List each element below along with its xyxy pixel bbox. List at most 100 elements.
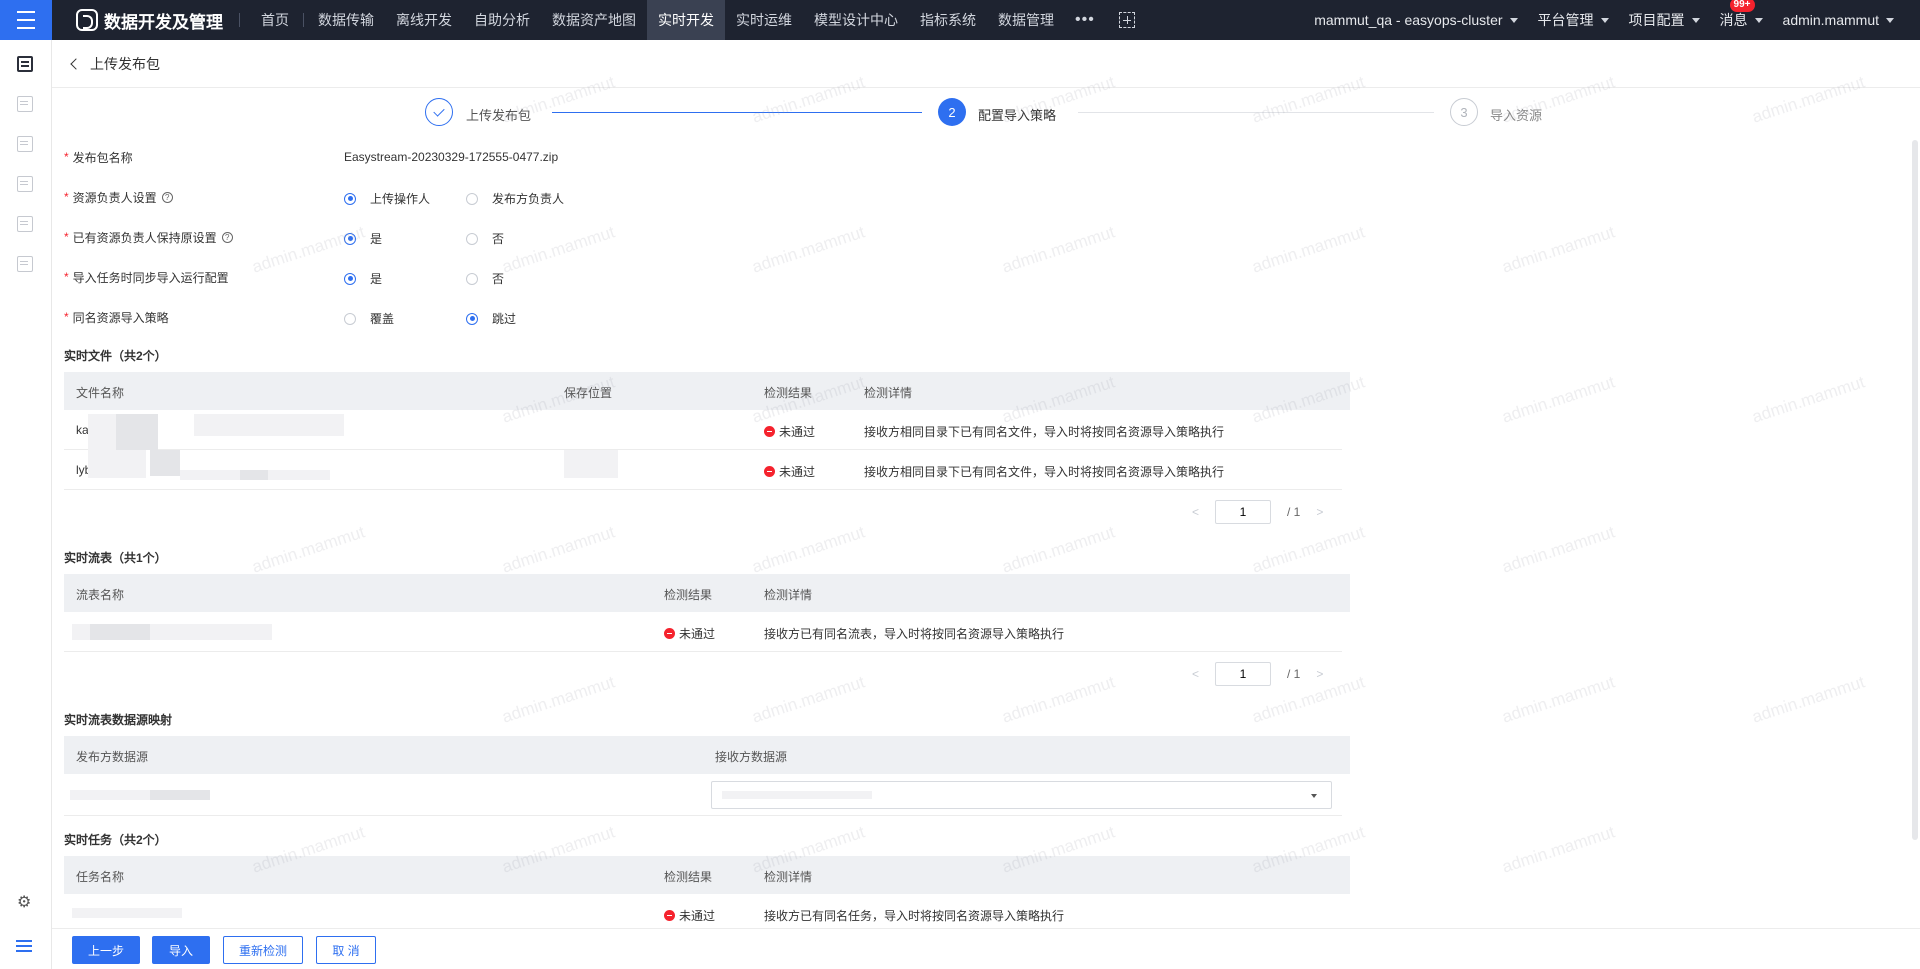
nav-item-realtime-dev[interactable]: 实时开发	[647, 0, 725, 40]
messages-menu[interactable]: 消息 99+	[1710, 0, 1773, 30]
col-detail: 检测详情	[764, 870, 813, 884]
files-table-header: 文件名称 保存位置 检测结果 检测详情	[64, 372, 1350, 410]
sync-config-radio-yes[interactable]: 是	[344, 270, 382, 287]
col-source: 发布方数据源	[76, 750, 149, 764]
check-icon	[433, 104, 445, 117]
page-header: 上传发布包	[52, 40, 1920, 88]
fail-icon	[764, 426, 775, 437]
step-1-circle	[425, 98, 453, 126]
logo-icon	[76, 9, 98, 31]
streams-table-header: 流表名称 检测结果 检测详情	[64, 574, 1350, 612]
watermark: admin.mammut	[499, 222, 618, 277]
nav-item-data-mgmt[interactable]: 数据管理	[987, 0, 1065, 40]
database-icon[interactable]	[17, 176, 33, 192]
app-title: 数据开发及管理	[104, 12, 223, 32]
folder-icon[interactable]	[17, 216, 33, 232]
nav-item-data-transfer[interactable]: 数据传输	[307, 0, 385, 40]
table-row: ka 未通过 接收方相同目录下已有同名文件，导入时将按同名资源导入策略执行	[64, 410, 1342, 452]
app-logo[interactable]: 数据开发及管理	[76, 0, 223, 40]
scrollbar[interactable]	[1912, 140, 1918, 840]
watermark: admin.mammut	[499, 522, 618, 577]
project-menu[interactable]: 项目配置	[1619, 10, 1710, 30]
platform-label: 平台管理	[1537, 12, 1594, 28]
mapping-table-header: 发布方数据源 接收方数据源	[64, 736, 1350, 774]
same-name-radio-skip[interactable]: 跳过	[466, 310, 516, 327]
chevron-down-icon	[1691, 17, 1700, 23]
nav-item-asset-map[interactable]: 数据资产地图	[541, 0, 647, 40]
watermark: admin.mammut	[1499, 672, 1618, 727]
keep-owner-label: 已有资源负责人保持原设置	[72, 230, 217, 245]
fail-icon	[664, 628, 675, 639]
page-input[interactable]	[1215, 662, 1272, 686]
owner-row: * 资源负责人设置?	[64, 187, 173, 207]
help-icon[interactable]: ?	[221, 231, 233, 243]
chevron-right-icon[interactable]: >	[1316, 505, 1323, 519]
col-result: 检测结果	[764, 386, 813, 400]
table-row: lyb 未通过 接收方相同目录下已有同名文件，导入时将按同名资源导入策略执行	[64, 450, 1342, 490]
step-3-circle: 3	[1450, 98, 1478, 126]
tasks-section-title: 实时任务（共2个）	[64, 833, 167, 847]
file-name: ka	[76, 423, 89, 437]
user-name: admin.mammut	[1782, 12, 1879, 28]
chevron-right-icon[interactable]: >	[1316, 667, 1323, 681]
more-icon[interactable]: •••	[1065, 0, 1105, 40]
step-2-label: 配置导入策略	[978, 108, 1057, 123]
keep-owner-row: * 已有资源负责人保持原设置?	[64, 227, 233, 247]
keep-owner-radio-no[interactable]: 否	[466, 230, 504, 247]
col-location: 保存位置	[564, 386, 613, 400]
watermark: admin.mammut	[749, 522, 868, 577]
back-icon[interactable]	[70, 57, 82, 70]
messages-label: 消息	[1719, 12, 1748, 28]
nav-item-home[interactable]: 首页	[250, 0, 300, 40]
recheck-button[interactable]: 重新检测	[223, 936, 303, 964]
chevron-left-icon[interactable]: <	[1192, 505, 1199, 519]
prev-step-button[interactable]: 上一步	[72, 936, 140, 964]
col-target: 接收方数据源	[715, 750, 788, 764]
collapse-sidebar-icon[interactable]	[16, 940, 32, 954]
col-stream-name: 流表名称	[76, 588, 125, 602]
cancel-button[interactable]: 取 消	[316, 936, 376, 964]
user-menu[interactable]: admin.mammut	[1773, 12, 1920, 28]
watermark: admin.mammut	[1499, 522, 1618, 577]
owner-label: 资源负责人设置	[72, 190, 157, 205]
menu-icon[interactable]	[0, 0, 52, 40]
redacted-block	[240, 470, 268, 480]
step-line-2	[1078, 112, 1434, 113]
watermark: admin.mammut	[1249, 522, 1368, 577]
col-detail: 检测详情	[864, 386, 913, 400]
check-detail: 接收方相同目录下已有同名文件，导入时将按同名资源导入策略执行	[864, 425, 1225, 439]
nav-item-offline-dev[interactable]: 离线开发	[385, 0, 463, 40]
target-datasource-select[interactable]	[711, 781, 1332, 809]
redacted-block	[722, 791, 872, 799]
help-icon[interactable]: ?	[161, 191, 173, 203]
keep-owner-radio-yes[interactable]: 是	[344, 230, 382, 247]
platform-menu[interactable]: 平台管理	[1528, 10, 1619, 30]
sync-config-radio-no[interactable]: 否	[466, 270, 504, 287]
nav-item-self-analysis[interactable]: 自助分析	[463, 0, 541, 40]
nav-item-metrics[interactable]: 指标系统	[909, 0, 987, 40]
gear-icon[interactable]: ⚙	[17, 892, 31, 912]
nav-item-model-design[interactable]: 模型设计中心	[803, 0, 909, 40]
nav-item-realtime-ops[interactable]: 实时运维	[725, 0, 803, 40]
chevron-down-icon	[1311, 794, 1317, 798]
cluster-label: mammut_qa - easyops-cluster	[1314, 12, 1503, 28]
redacted-block	[116, 414, 158, 450]
cluster-selector[interactable]: mammut_qa - easyops-cluster	[1304, 12, 1527, 28]
package-name-value: Easystream-20230329-172555-0477.zip	[344, 150, 559, 164]
owner-radio-uploader[interactable]: 上传操作人	[344, 190, 430, 207]
nav-divider	[303, 13, 304, 27]
document-icon[interactable]	[17, 256, 33, 272]
code-icon[interactable]	[17, 136, 33, 152]
owner-radio-publisher[interactable]: 发布方负责人	[466, 190, 564, 207]
add-tab-icon[interactable]	[1118, 12, 1135, 28]
col-task-name: 任务名称	[76, 870, 125, 884]
dev-icon[interactable]	[17, 56, 33, 72]
fail-icon	[764, 466, 775, 477]
import-button[interactable]: 导入	[152, 936, 210, 964]
same-name-radio-overwrite[interactable]: 覆盖	[344, 310, 394, 327]
chevron-left-icon[interactable]: <	[1192, 667, 1199, 681]
page-total: / 1	[1287, 505, 1301, 519]
chevron-down-icon	[1600, 17, 1609, 23]
page-input[interactable]	[1215, 500, 1272, 524]
watermark: admin.mammut	[499, 672, 618, 727]
